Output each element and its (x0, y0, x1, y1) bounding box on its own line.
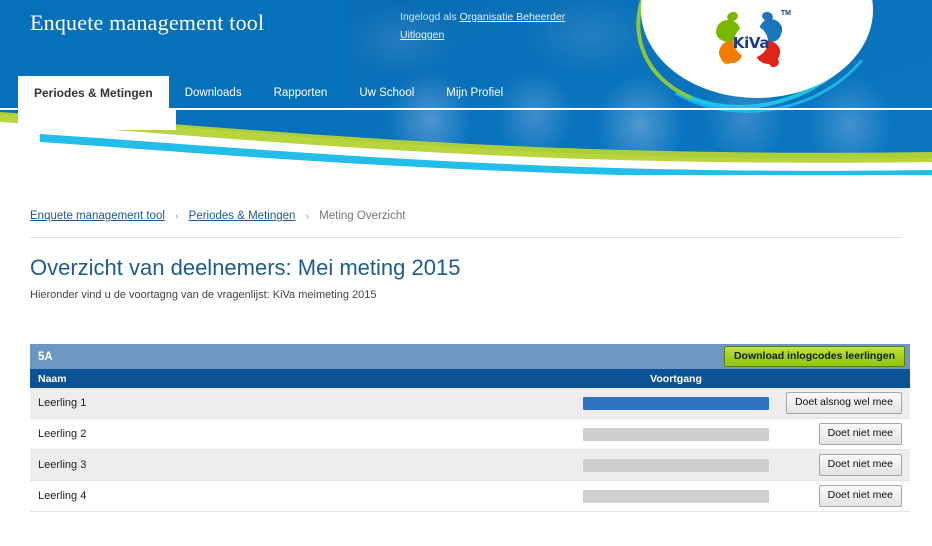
site-banner: KiVa TM Enquete management tool Ingelogd… (0, 0, 932, 175)
table-row: Leerling 4 Doet niet mee (30, 481, 910, 512)
logout-link[interactable]: Uitloggen (400, 29, 444, 41)
tab-mijn-profiel[interactable]: Mijn Profiel (430, 78, 519, 108)
participants-table: 5A Download inlogcodes leerlingen Naam V… (30, 344, 910, 512)
logged-in-line: Ingelogd als Organisatie Beheerder (400, 8, 565, 26)
breadcrumb: Enquete management tool › Periodes & Met… (30, 210, 405, 222)
tab-label: Periodes & Metingen (34, 86, 153, 100)
logo-wordmark: KiVa (732, 34, 770, 52)
tab-rapporten[interactable]: Rapporten (258, 78, 344, 108)
cell-naam: Leerling 1 (38, 397, 87, 409)
tab-periodes-metingen[interactable]: Periodes & Metingen (18, 76, 169, 112)
main-navigation: Periodes & Metingen Downloads Rapporten … (18, 76, 519, 112)
cell-voortgang (581, 427, 771, 441)
page-title: Overzicht van deelnemers: Mei meting 201… (30, 255, 461, 280)
cell-action: Doet alsnog wel mee (771, 392, 910, 414)
progress-bar (583, 396, 769, 410)
cell-action: Doet niet mee (771, 454, 910, 476)
participation-status-button[interactable]: Doet alsnog wel mee (785, 392, 902, 414)
login-status: Ingelogd als Organisatie Beheerder Uitlo… (400, 8, 565, 44)
cell-naam: Leerling 2 (38, 428, 87, 440)
breadcrumb-item-root[interactable]: Enquete management tool (30, 210, 165, 222)
download-inlogcodes-button[interactable]: Download inlogcodes leerlingen (723, 346, 905, 367)
cell-voortgang (581, 458, 771, 472)
progress-bar (583, 489, 769, 503)
table-row: Leerling 2 Doet niet mee (30, 419, 910, 450)
progress-bar (583, 427, 769, 441)
breadcrumb-separator-icon: › (305, 211, 309, 222)
column-header-voortgang: Voortgang (650, 372, 702, 385)
tab-label: Mijn Profiel (446, 87, 504, 99)
page-subtitle: Hieronder vind u de voortagng van de vra… (30, 289, 377, 301)
column-header-naam: Naam (38, 372, 67, 385)
participation-status-button[interactable]: Doet niet mee (818, 485, 902, 507)
app-title: Enquete management tool (30, 10, 265, 35)
tab-downloads[interactable]: Downloads (169, 78, 258, 108)
tab-label: Uw School (359, 87, 415, 99)
logged-in-prefix: Ingelogd als (400, 11, 460, 23)
participation-status-button[interactable]: Doet niet mee (818, 454, 902, 476)
logged-in-user-link[interactable]: Organisatie Beheerder (460, 11, 566, 23)
progress-bar (583, 458, 769, 472)
group-title: 5A (38, 350, 53, 363)
table-row: Leerling 3 Doet niet mee (30, 450, 910, 481)
breadcrumb-item-periodes[interactable]: Periodes & Metingen (189, 210, 296, 222)
cell-voortgang (581, 396, 771, 410)
breadcrumb-separator-icon: › (175, 211, 179, 222)
cell-voortgang (581, 489, 771, 503)
progress-bar-fill (583, 396, 769, 410)
kiva-logo[interactable]: KiVa TM (712, 8, 791, 74)
tab-label: Downloads (184, 87, 242, 99)
table-column-headers: Naam Voortgang (30, 369, 910, 388)
cell-naam: Leerling 4 (38, 490, 87, 502)
breadcrumb-item-current: Meting Overzicht (319, 210, 406, 222)
table-row: Leerling 1 Doet alsnog wel mee (30, 388, 910, 419)
participation-status-button[interactable]: Doet niet mee (818, 423, 902, 445)
logo-figure-blue-dot (775, 24, 782, 33)
tab-label: Rapporten (273, 87, 328, 99)
group-header: 5A Download inlogcodes leerlingen (30, 344, 910, 369)
cell-naam: Leerling 3 (38, 459, 87, 471)
cell-action: Doet niet mee (771, 423, 910, 445)
breadcrumb-divider (30, 237, 902, 238)
cell-action: Doet niet mee (771, 485, 910, 507)
tab-uw-school[interactable]: Uw School (343, 78, 430, 108)
trademark-icon: TM (780, 10, 791, 17)
